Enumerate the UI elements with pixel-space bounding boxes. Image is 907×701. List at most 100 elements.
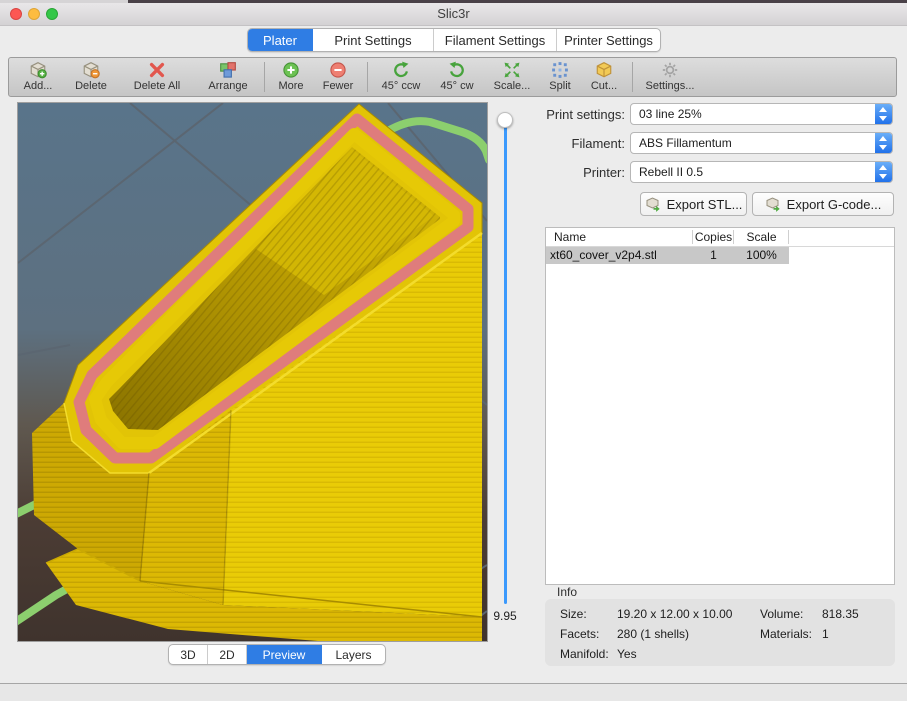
rotate-cw-button[interactable]: 45° cw (430, 58, 484, 96)
viewport-frame (17, 102, 488, 642)
toolbar-separator (367, 62, 368, 92)
window-title: Slic3r (0, 3, 907, 24)
layer-slider-value: 9.95 (485, 609, 525, 623)
row-copies: 1 (693, 248, 734, 262)
zoom-window-button[interactable] (46, 8, 58, 20)
toolbar: Add... Delete Delete All Arrange More (8, 57, 897, 97)
size-label: Size: (560, 607, 587, 621)
column-copies[interactable]: Copies (693, 230, 734, 244)
tab-plater[interactable]: Plater (248, 29, 313, 51)
info-title: Info (557, 585, 577, 599)
toolbar-separator (264, 62, 265, 92)
tab-filament-settings[interactable]: Filament Settings (434, 29, 557, 51)
split-button[interactable]: Split (540, 58, 580, 96)
filament-value: ABS Fillamentum (639, 136, 732, 150)
tab-print-settings[interactable]: Print Settings (313, 29, 434, 51)
printer-value: Rebell II 0.5 (639, 165, 703, 179)
export-stl-button[interactable]: Export STL... (640, 192, 747, 216)
volume-value: 818.35 (822, 607, 859, 621)
slic3r-window: Slic3r Plater Print Settings Filament Se… (0, 0, 907, 701)
layer-slider-track[interactable] (504, 121, 507, 604)
rotate-ccw-icon (392, 61, 410, 79)
export-gcode-button[interactable]: Export G-code... (752, 192, 894, 216)
row-name: xt60_cover_v2p4.stl (550, 248, 657, 262)
tab-layers[interactable]: Layers (322, 645, 385, 664)
delete-all-x-icon (148, 61, 166, 79)
toolbar-separator (632, 62, 633, 92)
fewer-button[interactable]: Fewer (313, 58, 363, 96)
delete-all-button[interactable]: Delete All (118, 58, 196, 96)
rotate-ccw-button[interactable]: 45° ccw (372, 58, 430, 96)
fewer-label: Fewer (323, 80, 354, 92)
scale-arrows-icon (503, 61, 521, 79)
cut-box-icon (595, 61, 613, 79)
tab-2d[interactable]: 2D (208, 645, 247, 664)
stepper-icon (875, 133, 892, 153)
delete-label: Delete (75, 80, 107, 92)
column-scale[interactable]: Scale (734, 230, 789, 244)
delete-box-icon (82, 61, 100, 79)
split-label: Split (549, 80, 570, 92)
print-settings-select[interactable]: 03 line 25% (630, 103, 893, 125)
arrange-label: Arrange (208, 80, 247, 92)
column-divider (692, 230, 693, 244)
tab-preview[interactable]: Preview (247, 645, 322, 664)
object-table-header: Name Copies Scale (546, 228, 894, 247)
printer-select[interactable]: Rebell II 0.5 (630, 161, 893, 183)
row-scale: 100% (734, 248, 789, 262)
cut-button[interactable]: Cut... (580, 58, 628, 96)
filament-label: Filament: (515, 136, 625, 151)
facets-value: 280 (1 shells) (617, 627, 689, 641)
filament-select[interactable]: ABS Fillamentum (630, 132, 893, 154)
layer-slider-thumb[interactable] (497, 112, 513, 128)
size-value: 19.20 x 12.00 x 10.00 (617, 607, 732, 621)
export-box-icon (645, 196, 662, 213)
settings-label: Settings... (646, 80, 695, 92)
manifold-value: Yes (617, 647, 637, 661)
materials-label: Materials: (760, 627, 812, 641)
object-table: Name Copies Scale xt60_cover_v2p4.stl 1 … (545, 227, 895, 585)
settings-button[interactable]: Settings... (637, 58, 703, 96)
arrange-cubes-icon (219, 61, 237, 79)
table-row[interactable]: xt60_cover_v2p4.stl 1 100% (546, 247, 789, 264)
split-dots-icon (551, 61, 569, 79)
export-gcode-label: Export G-code... (787, 197, 882, 212)
minimize-window-button[interactable] (28, 8, 40, 20)
print-settings-value: 03 line 25% (639, 107, 702, 121)
more-button[interactable]: More (269, 58, 313, 96)
3d-viewport[interactable] (18, 103, 487, 641)
delete-all-label: Delete All (134, 80, 180, 92)
column-name[interactable]: Name (554, 230, 586, 244)
facets-label: Facets: (560, 627, 599, 641)
close-window-button[interactable] (10, 8, 22, 20)
export-stl-label: Export STL... (667, 197, 743, 212)
fewer-minus-icon (329, 61, 347, 79)
more-plus-icon (282, 61, 300, 79)
volume-label: Volume: (760, 607, 803, 621)
print-settings-label: Print settings: (515, 107, 625, 122)
manifold-label: Manifold: (560, 647, 609, 661)
rotate-cw-label: 45° cw (440, 80, 473, 92)
arrange-button[interactable]: Arrange (196, 58, 260, 96)
rotate-cw-icon (448, 61, 466, 79)
column-divider (733, 230, 734, 244)
cut-label: Cut... (591, 80, 617, 92)
tab-printer-settings[interactable]: Printer Settings (557, 29, 660, 51)
tab-3d[interactable]: 3D (169, 645, 208, 664)
info-box: Size: 19.20 x 12.00 x 10.00 Volume: 818.… (545, 599, 895, 666)
printer-label: Printer: (515, 165, 625, 180)
export-box-icon (765, 196, 782, 213)
scale-label: Scale... (494, 80, 531, 92)
materials-value: 1 (822, 627, 829, 641)
delete-button[interactable]: Delete (64, 58, 118, 96)
view-tab-bar: 3D 2D Preview Layers (168, 644, 386, 665)
add-box-icon (29, 61, 47, 79)
rotate-ccw-label: 45° ccw (382, 80, 421, 92)
add-button[interactable]: Add... (12, 58, 64, 96)
scale-button[interactable]: Scale... (484, 58, 540, 96)
more-label: More (278, 80, 303, 92)
add-label: Add... (24, 80, 53, 92)
statusbar (0, 684, 907, 701)
column-divider (788, 230, 789, 244)
stepper-icon (875, 104, 892, 124)
